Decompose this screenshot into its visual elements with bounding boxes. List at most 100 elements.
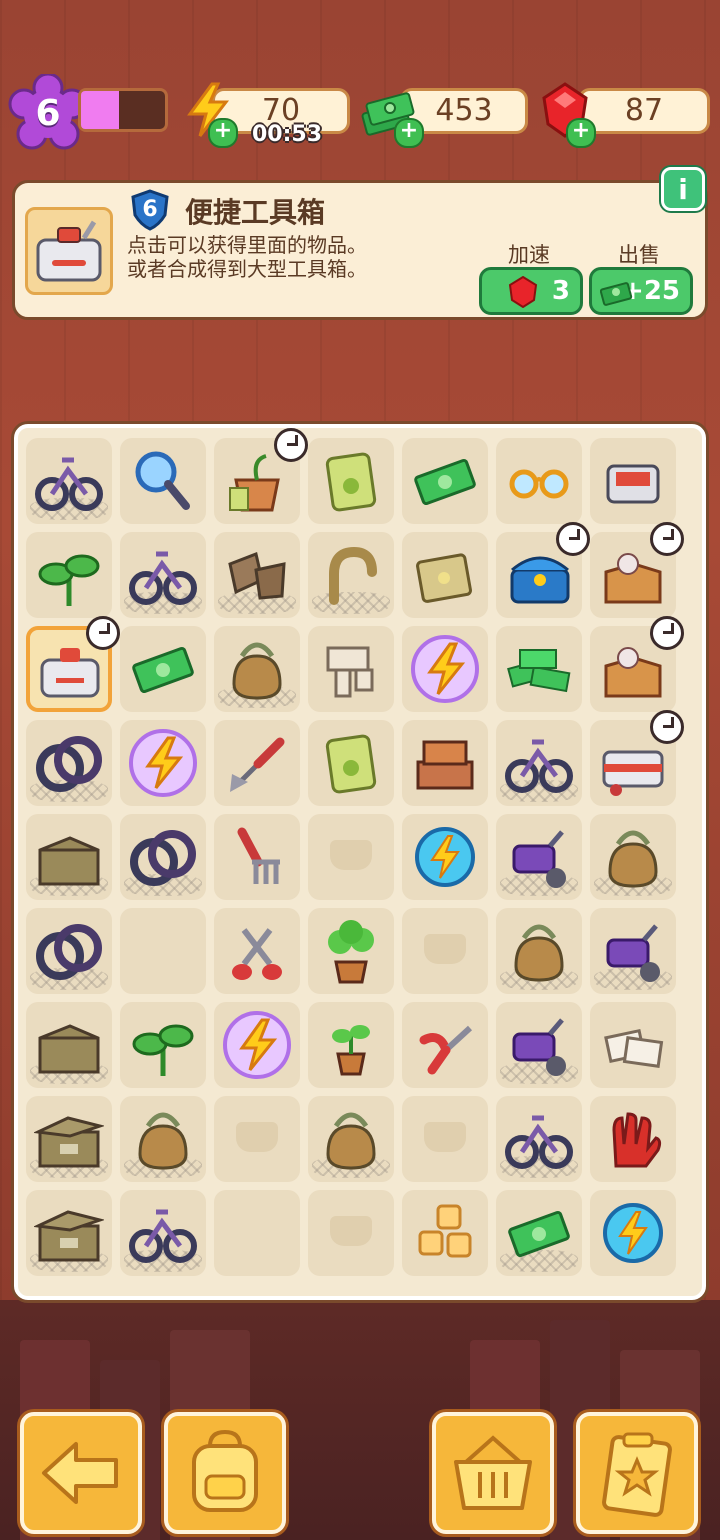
energy-coin-icon — [603, 1203, 663, 1263]
net-bag-icon — [138, 1112, 188, 1170]
board-cell[interactable] — [308, 1190, 394, 1276]
scooter-icon — [512, 1018, 566, 1076]
board-cell[interactable] — [214, 1002, 300, 1088]
bicycle-icon — [505, 739, 573, 793]
board-cell[interactable] — [402, 626, 488, 712]
board-cell[interactable] — [26, 1096, 112, 1182]
energy-coin-icon — [415, 827, 475, 887]
board-cell[interactable] — [402, 814, 488, 900]
board-cell[interactable] — [308, 720, 394, 806]
board-cell[interactable] — [402, 532, 488, 618]
board-cell[interactable] — [120, 908, 206, 994]
horseshoe-icon — [329, 546, 377, 605]
board-cell[interactable] — [120, 532, 206, 618]
board-cell[interactable] — [26, 1002, 112, 1088]
board-cell[interactable] — [214, 1190, 300, 1276]
board-cell[interactable] — [214, 626, 300, 712]
board-cell[interactable] — [120, 1190, 206, 1276]
board-cell[interactable] — [590, 814, 676, 900]
board-cell[interactable] — [308, 438, 394, 524]
board-cell[interactable] — [26, 814, 112, 900]
net-bag-icon — [514, 924, 564, 982]
backpack-button[interactable] — [164, 1412, 286, 1534]
magnifier-icon — [135, 451, 190, 510]
cardboard-box-icon — [38, 836, 100, 886]
energy-timer: 00:53 — [252, 122, 323, 147]
board-cell[interactable] — [214, 1096, 300, 1182]
board-cell[interactable] — [120, 438, 206, 524]
sell-label: 出售 — [618, 243, 660, 267]
board-cell[interactable] — [308, 908, 394, 994]
tasks-button[interactable] — [576, 1412, 698, 1534]
board-cell[interactable] — [26, 1190, 112, 1276]
board-cell[interactable] — [402, 908, 488, 994]
item-level-shield: 6 — [129, 189, 171, 231]
cooldown-timer-icon — [650, 522, 684, 556]
board-cell[interactable] — [214, 814, 300, 900]
board-cell[interactable] — [26, 616, 120, 712]
board-cell[interactable] — [496, 720, 582, 806]
board-cell[interactable] — [496, 1096, 582, 1182]
board-cell[interactable] — [402, 438, 488, 524]
shop-button[interactable] — [432, 1412, 554, 1534]
board-cell[interactable] — [402, 1190, 488, 1276]
board-cell[interactable] — [496, 522, 590, 618]
board-cell[interactable] — [590, 438, 676, 524]
board-cell[interactable] — [26, 532, 112, 618]
board-cell[interactable] — [402, 1096, 488, 1182]
wood-scraps-icon — [326, 646, 374, 698]
board-cell[interactable] — [496, 908, 582, 994]
board-cell[interactable] — [590, 1190, 676, 1276]
item-description: 点击可以获得里面的物品。 或者合成得到大型工具箱。 — [127, 233, 447, 281]
cash-add-button[interactable]: + — [394, 118, 424, 148]
glove-icon — [612, 1112, 662, 1168]
energy-add-button[interactable]: + — [208, 118, 238, 148]
board-cell[interactable] — [214, 428, 308, 524]
board-cell[interactable] — [496, 438, 582, 524]
board-cell[interactable] — [120, 720, 206, 806]
board-cell[interactable] — [590, 1002, 676, 1088]
merge-board — [14, 424, 706, 1300]
board-cell[interactable] — [26, 908, 112, 994]
cooldown-timer-icon — [650, 616, 684, 650]
board-cell[interactable] — [496, 1190, 582, 1276]
board-cell[interactable] — [214, 720, 300, 806]
info-button[interactable]: i — [661, 167, 705, 211]
speedup-button[interactable]: 3 — [479, 267, 583, 315]
board-cell[interactable] — [308, 626, 394, 712]
board-cell[interactable] — [120, 626, 206, 712]
board-cell[interactable] — [496, 814, 582, 900]
seed-bag-icon — [325, 452, 377, 512]
back-button[interactable] — [20, 1412, 142, 1534]
board-cell[interactable] — [214, 908, 300, 994]
board-cell[interactable] — [496, 626, 582, 712]
cash-icon — [414, 458, 476, 506]
board-cell[interactable] — [590, 908, 676, 994]
board-cell[interactable] — [402, 1002, 488, 1088]
energy-orb-icon — [129, 729, 197, 797]
storage-box-icon — [34, 1210, 104, 1262]
board-cell[interactable] — [120, 814, 206, 900]
board-cell[interactable] — [402, 720, 488, 806]
board-cell[interactable] — [496, 1002, 582, 1088]
board-cell[interactable] — [26, 720, 112, 806]
energy-orb-icon — [223, 1011, 291, 1079]
sell-button[interactable]: +25 — [589, 267, 693, 315]
board-cell[interactable] — [308, 1096, 394, 1182]
board-cell[interactable] — [590, 616, 684, 712]
board-cell[interactable] — [590, 1096, 676, 1182]
board-cell[interactable] — [26, 438, 112, 524]
board-cell[interactable] — [214, 532, 300, 618]
board-cell[interactable] — [308, 1002, 394, 1088]
board-cell[interactable] — [120, 1002, 206, 1088]
board-cell[interactable] — [308, 814, 394, 900]
board-cell[interactable] — [120, 1096, 206, 1182]
cash-icon — [508, 1210, 570, 1258]
gem-counter[interactable]: 87 — [578, 88, 710, 134]
xp-progress-fill — [81, 91, 119, 129]
player-level-badge[interactable]: 6 — [8, 72, 88, 154]
gem-add-button[interactable]: + — [566, 118, 596, 148]
board-cell[interactable] — [590, 522, 684, 618]
board-cell[interactable] — [308, 532, 394, 618]
board-cell[interactable] — [590, 710, 684, 806]
